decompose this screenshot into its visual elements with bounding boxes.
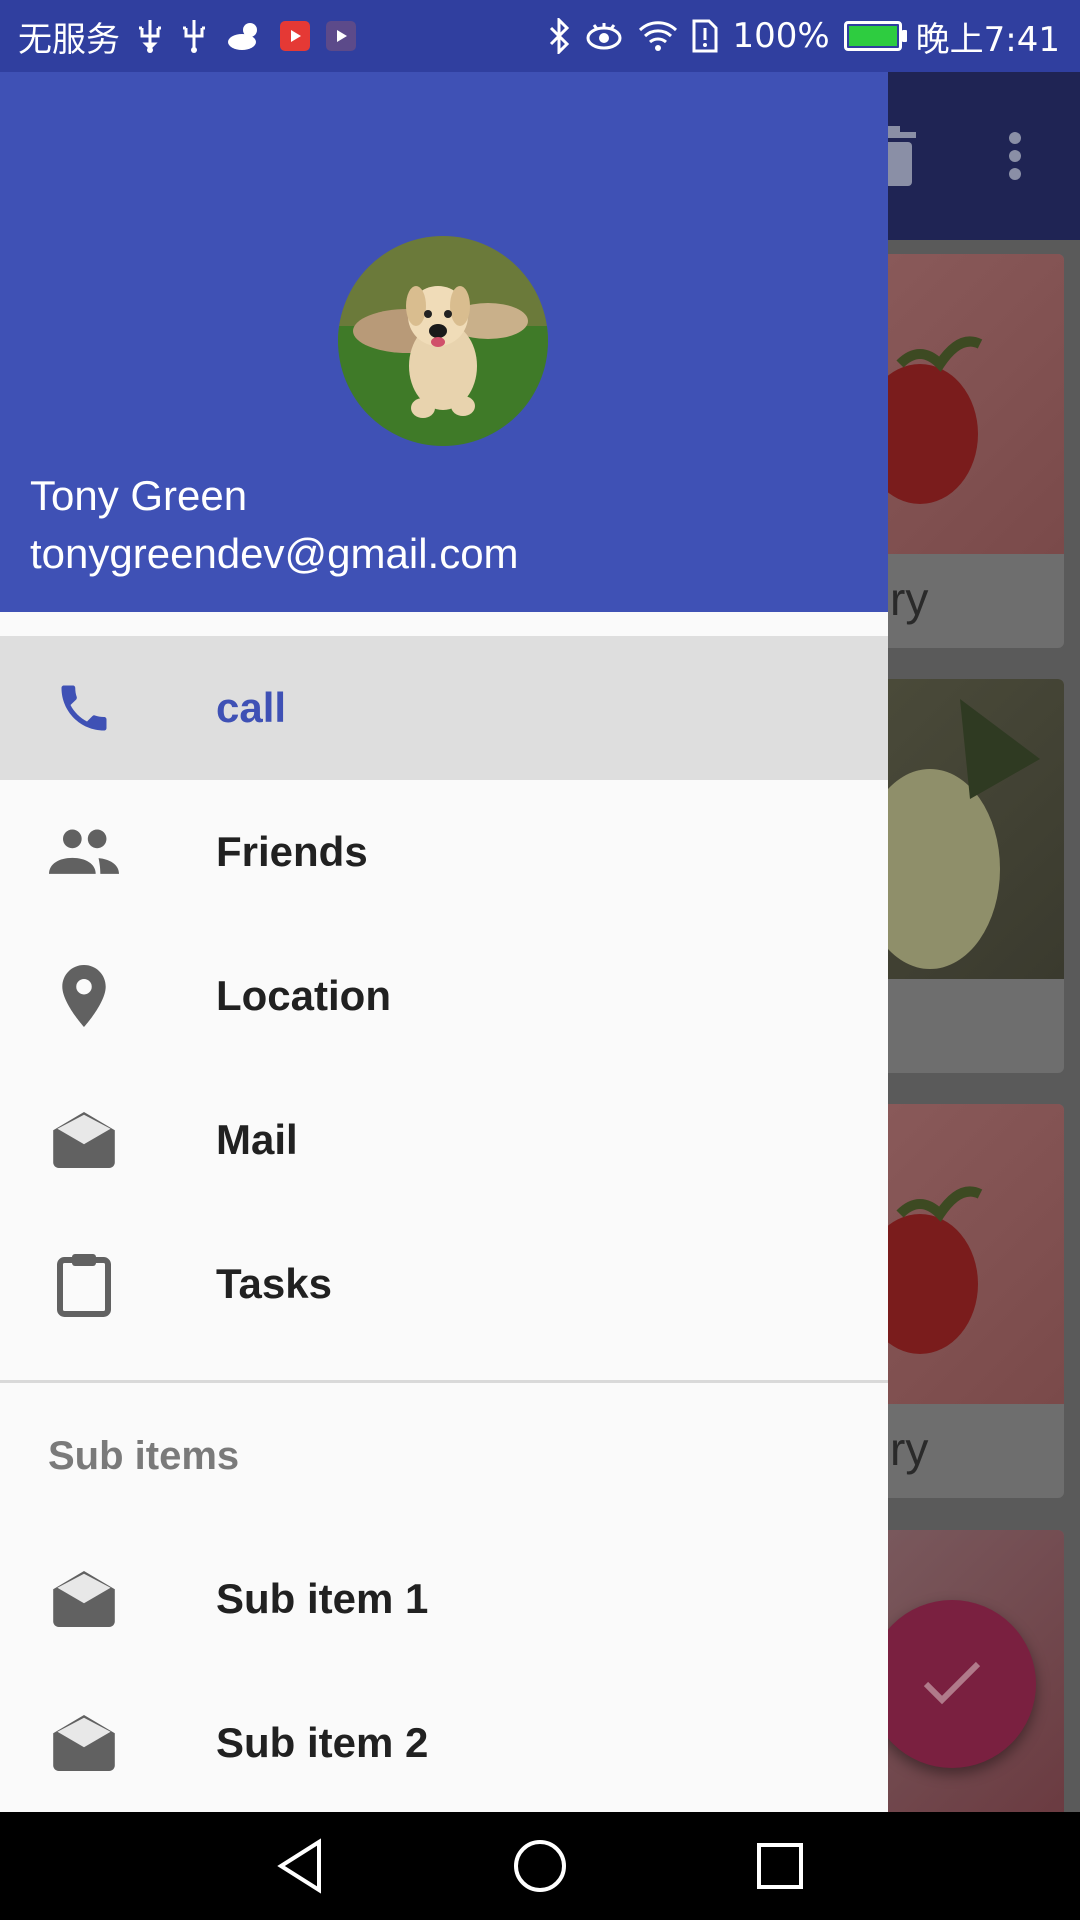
fruit-card[interactable] [860, 679, 1064, 1073]
usb-icon [180, 18, 208, 54]
recents-icon [757, 1843, 803, 1889]
video-app-icon [280, 21, 310, 51]
fruit-card[interactable]: ry [860, 1104, 1064, 1498]
menu-item-location[interactable]: Location [0, 924, 888, 1068]
eye-icon [584, 21, 624, 51]
menu-label: Friends [216, 828, 368, 875]
mail-icon [48, 1713, 120, 1773]
usb-icon [136, 18, 164, 54]
drawer-header: Tony Green tonygreendev@gmail.com [0, 72, 888, 612]
media-app-icon [326, 21, 356, 51]
menu-item-call[interactable]: call [0, 636, 888, 780]
battery-percent: 100% [732, 16, 830, 56]
system-nav-bar [0, 1812, 1080, 1920]
menu-item-mail[interactable]: Mail [0, 1068, 888, 1212]
back-button[interactable] [268, 1834, 332, 1898]
menu-label: call [216, 684, 287, 731]
avatar[interactable] [338, 236, 548, 446]
menu-label: Sub item 1 [216, 1575, 429, 1622]
menu-label: Mail [216, 1116, 298, 1163]
user-email: tonygreendev@gmail.com [30, 530, 519, 577]
sim-alert-icon [692, 19, 718, 53]
strawberry-image [860, 1104, 1064, 1404]
bluetooth-icon [548, 18, 570, 54]
fab-check-button[interactable] [868, 1600, 1036, 1768]
strawberry-image [860, 254, 1064, 554]
clock: 晚上7:41 [915, 19, 1060, 60]
sub-item-2[interactable]: Sub item 2 [0, 1671, 888, 1812]
menu-label: Tasks [216, 1260, 332, 1307]
location-pin-icon [48, 965, 120, 1027]
status-bar: 无服务 100% 晚上7:41 [0, 0, 1080, 72]
divider [0, 1380, 888, 1383]
wifi-icon [638, 20, 678, 52]
people-icon [48, 822, 120, 882]
carrier-text: 无服务 [18, 19, 120, 60]
mail-icon [48, 1110, 120, 1170]
weather-icon [224, 20, 264, 52]
navigation-drawer: Tony Green tonygreendev@gmail.com call F… [0, 72, 888, 1812]
check-icon [923, 1661, 981, 1705]
home-button[interactable] [508, 1834, 572, 1898]
section-title: Sub items [48, 1434, 240, 1478]
phone-icon [48, 678, 120, 738]
user-name: Tony Green [30, 472, 248, 519]
card-label: ry [890, 1423, 929, 1475]
fruit-card[interactable]: ry [860, 254, 1064, 648]
card-label: ry [890, 573, 929, 625]
home-icon [514, 1840, 566, 1892]
menu-label: Sub item 2 [216, 1719, 429, 1766]
menu-label: Location [216, 972, 391, 1019]
back-icon [277, 1838, 321, 1894]
menu-item-friends[interactable]: Friends [0, 780, 888, 924]
pear-image [860, 679, 1064, 979]
menu-item-tasks[interactable]: Tasks [0, 1212, 888, 1356]
recents-button[interactable] [748, 1834, 812, 1898]
sub-item-1[interactable]: Sub item 1 [0, 1527, 888, 1671]
clipboard-icon [48, 1254, 120, 1317]
mail-icon [48, 1569, 120, 1629]
battery-icon [843, 21, 907, 51]
more-vert-icon[interactable] [1000, 124, 1030, 188]
